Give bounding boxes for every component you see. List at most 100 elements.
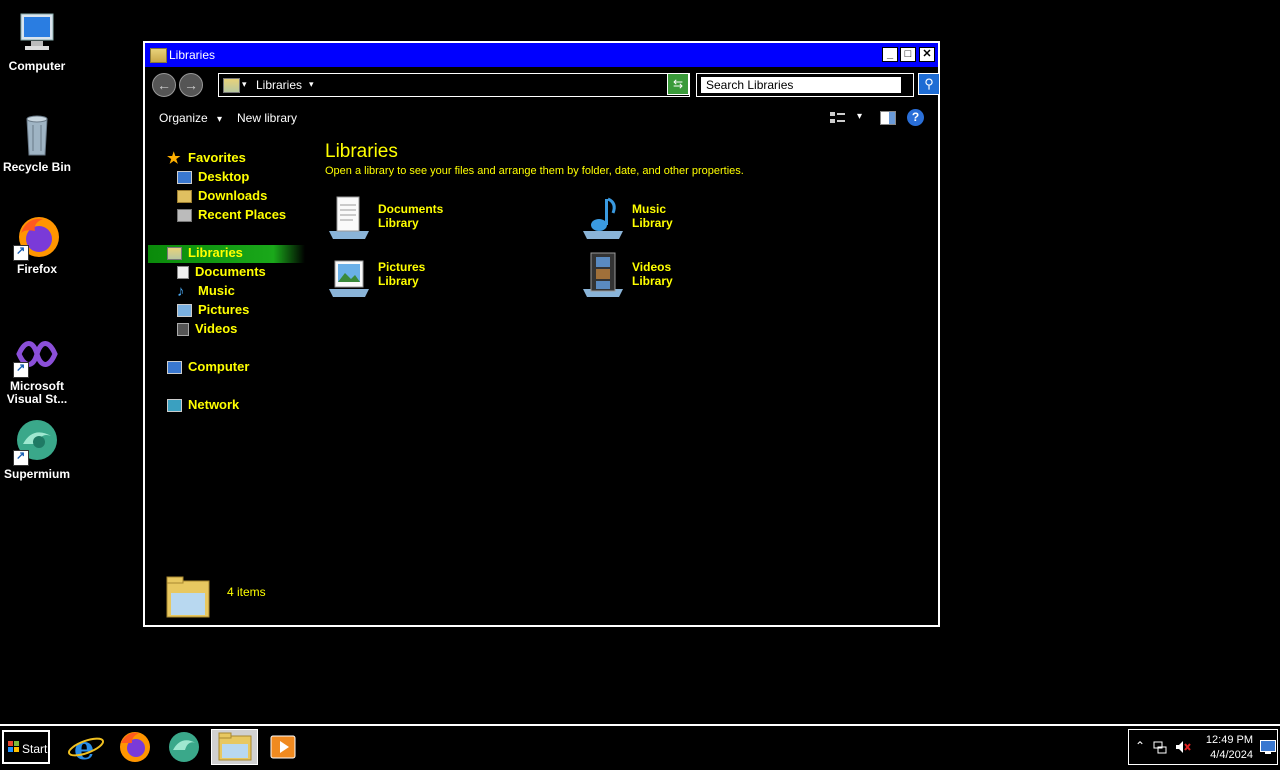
maximize-button[interactable]: □	[900, 47, 916, 62]
breadcrumb-libraries[interactable]: Libraries	[256, 78, 302, 92]
explorer-window: Libraries _ □ ✕ ← → ▾ Libraries ▾ ▽ ⇆ ⚲ …	[143, 41, 940, 627]
nav-documents[interactable]: Documents	[177, 264, 266, 282]
library-name: Videos	[632, 260, 672, 274]
firefox-icon	[120, 732, 150, 762]
start-button[interactable]: Start	[2, 730, 50, 764]
supermium-icon	[169, 732, 199, 762]
taskbar-windows-explorer[interactable]	[211, 729, 258, 765]
taskbar: Start e ⌃ 12:49 PM 4/4/2024	[0, 724, 1280, 768]
nav-music[interactable]: ♪ Music	[177, 283, 235, 301]
desktop-icon-recycle-bin[interactable]: Recycle Bin	[2, 111, 72, 174]
forward-arrow-icon[interactable]: →	[179, 73, 203, 97]
desktop-icon-computer[interactable]: Computer	[2, 10, 72, 73]
clock[interactable]: 12:49 PM 4/4/2024	[1201, 733, 1253, 763]
nav-label: Documents	[195, 264, 266, 279]
nav-desktop[interactable]: Desktop	[177, 169, 249, 187]
new-library-button[interactable]: New library	[237, 111, 297, 125]
organize-label: Organize	[159, 111, 208, 125]
nav-label: Videos	[195, 321, 238, 336]
command-bar: Organize ▾ New library ▾ ?	[145, 103, 938, 133]
desktop-icon-label: Microsoft Visual St...	[6, 379, 68, 406]
downloads-icon	[177, 190, 192, 204]
library-type: Library	[632, 274, 673, 288]
nav-network[interactable]: Network	[167, 397, 239, 415]
nav-pictures[interactable]: Pictures	[177, 302, 249, 320]
nav-favorites[interactable]: ★ Favorites	[167, 150, 246, 168]
view-options-chevron-icon[interactable]: ▾	[857, 111, 862, 122]
nav-libraries[interactable]: Libraries	[148, 245, 305, 263]
nav-videos[interactable]: Videos	[177, 321, 237, 339]
network-status-icon[interactable]	[1153, 740, 1167, 759]
desktop-icon-label: Recycle Bin	[2, 160, 72, 174]
videos-library-icon	[579, 251, 627, 299]
search-input[interactable]	[701, 77, 901, 93]
supermium-icon	[13, 418, 61, 466]
library-name: Documents	[378, 202, 444, 216]
window-title: Libraries	[169, 48, 216, 62]
desktop-icon-firefox[interactable]: Firefox	[2, 213, 72, 276]
breadcrumb-chevron-icon[interactable]: ▾	[309, 79, 314, 90]
taskbar-supermium[interactable]	[162, 729, 206, 765]
network-icon	[167, 399, 182, 413]
library-documents[interactable]: Documents Library	[325, 193, 545, 243]
desktop-icon-label: Firefox	[16, 262, 57, 276]
taskbar-firefox[interactable]	[113, 729, 157, 765]
firefox-icon	[13, 213, 61, 261]
internet-explorer-icon: e	[67, 729, 105, 767]
taskbar-internet-explorer[interactable]: e	[64, 729, 108, 767]
desktop-icon-label: Computer	[8, 59, 66, 73]
organize-button[interactable]: Organize ▾	[159, 111, 222, 125]
search-box[interactable]	[696, 73, 914, 97]
nav-recent-places[interactable]: Recent Places	[177, 207, 286, 225]
libraries-folder-icon	[150, 48, 167, 63]
library-pictures[interactable]: Pictures Library	[325, 251, 545, 301]
volume-muted-icon[interactable]	[1175, 740, 1191, 759]
show-hidden-icons-icon[interactable]: ⌃	[1135, 739, 1145, 753]
back-arrow-icon[interactable]: ←	[152, 73, 176, 97]
music-library-icon	[579, 193, 627, 241]
minimize-button[interactable]: _	[882, 47, 898, 62]
help-icon[interactable]: ?	[907, 109, 924, 126]
pictures-icon	[177, 304, 192, 318]
nav-label: Network	[188, 397, 240, 412]
library-name: Pictures	[378, 260, 426, 274]
windows-explorer-icon	[218, 732, 252, 761]
computer-icon	[13, 10, 61, 58]
nav-label: Computer	[188, 359, 250, 374]
navigation-bar: ← → ▾ Libraries ▾ ▽ ⇆ ⚲	[148, 70, 940, 100]
nav-computer[interactable]: Computer	[167, 359, 249, 377]
breadcrumb-chevron-icon[interactable]: ▾	[242, 79, 247, 90]
media-player-icon	[270, 735, 296, 759]
address-bar[interactable]: ▾ Libraries ▾ ▽	[218, 73, 690, 97]
nav-downloads[interactable]: Downloads	[177, 188, 267, 206]
change-view-icon[interactable]	[830, 111, 846, 125]
page-description: Open a library to see your files and arr…	[325, 165, 744, 177]
shortcut-arrow-icon	[13, 361, 29, 378]
pictures-library-icon	[325, 251, 373, 299]
library-type: Library	[378, 216, 419, 230]
documents-library-icon	[325, 193, 373, 241]
library-type: Library	[632, 216, 673, 230]
refresh-icon[interactable]: ⇆	[667, 73, 689, 95]
search-icon[interactable]: ⚲	[918, 73, 940, 95]
desktop-icon-supermium[interactable]: Supermium	[2, 418, 72, 481]
start-label: Start	[22, 742, 48, 756]
libraries-icon	[167, 247, 182, 261]
shortcut-arrow-icon	[13, 244, 29, 261]
title-bar[interactable]: Libraries _ □ ✕	[145, 43, 938, 67]
library-music[interactable]: Music Library	[579, 193, 799, 243]
close-button[interactable]: ✕	[919, 47, 935, 62]
nav-label: Pictures	[198, 302, 250, 317]
show-desktop-icon[interactable]	[1260, 740, 1276, 759]
system-tray: ⌃ 12:49 PM 4/4/2024	[1128, 729, 1278, 765]
taskbar-media-player[interactable]	[262, 729, 306, 765]
library-videos[interactable]: Videos Library	[579, 251, 799, 301]
windows-logo-icon	[8, 741, 20, 753]
nav-label: Recent Places	[198, 207, 287, 222]
nav-label: Music	[198, 283, 235, 298]
desktop-icon-visual-studio[interactable]: Microsoft Visual St...	[2, 330, 72, 406]
nav-label: Downloads	[198, 188, 268, 203]
nav-label: Favorites	[188, 150, 246, 165]
visual-studio-icon	[13, 330, 61, 378]
preview-pane-icon[interactable]	[880, 111, 896, 125]
